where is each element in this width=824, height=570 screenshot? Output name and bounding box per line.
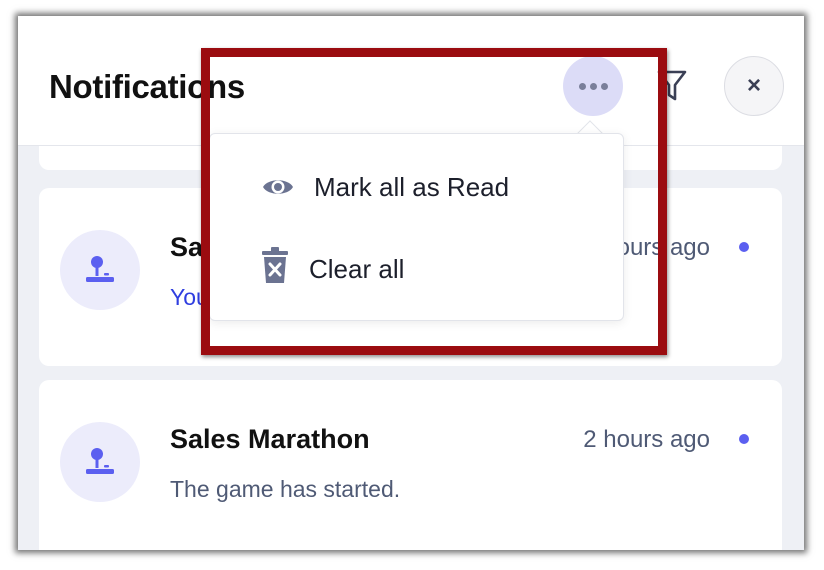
- filter-button[interactable]: [656, 68, 688, 104]
- notification-time: 2 hours ago: [583, 426, 710, 453]
- more-options-button[interactable]: [563, 56, 623, 116]
- joystick-icon: [86, 448, 114, 474]
- more-dot: [600, 82, 608, 90]
- menu-item-clear-all[interactable]: Clear all: [210, 240, 625, 300]
- notification-body: The game has started.: [170, 476, 401, 502]
- more-horizontal-icon: [578, 82, 586, 90]
- panel-header: Notifications ×: [18, 16, 804, 146]
- menu-item-mark-all-read[interactable]: Mark all as Read: [210, 158, 625, 218]
- notification-title: Sal: [170, 232, 211, 262]
- trash-icon: [262, 247, 288, 283]
- eye-icon: [263, 180, 293, 194]
- page-title: Notifications: [49, 68, 245, 105]
- joystick-icon: [86, 256, 114, 282]
- notification-body: You: [170, 284, 209, 310]
- close-button[interactable]: ×: [724, 56, 784, 116]
- avatar: [60, 230, 140, 310]
- notifications-panel: Sal hours ago You Sales Marathon 2 hours…: [18, 16, 804, 550]
- unread-indicator: [739, 242, 749, 252]
- filter-icon: [657, 70, 687, 101]
- unread-indicator: [739, 434, 749, 444]
- menu-item-label: Mark all as Read: [314, 172, 510, 202]
- menu-item-label: Clear all: [309, 254, 405, 284]
- more-dot: [589, 82, 597, 90]
- notification-card[interactable]: Sales Marathon 2 hours ago The game has …: [39, 380, 782, 550]
- options-dropdown-menu: Mark all as Read Clear all: [209, 133, 624, 321]
- notification-title: Sales Marathon: [170, 424, 370, 454]
- avatar: [60, 422, 140, 502]
